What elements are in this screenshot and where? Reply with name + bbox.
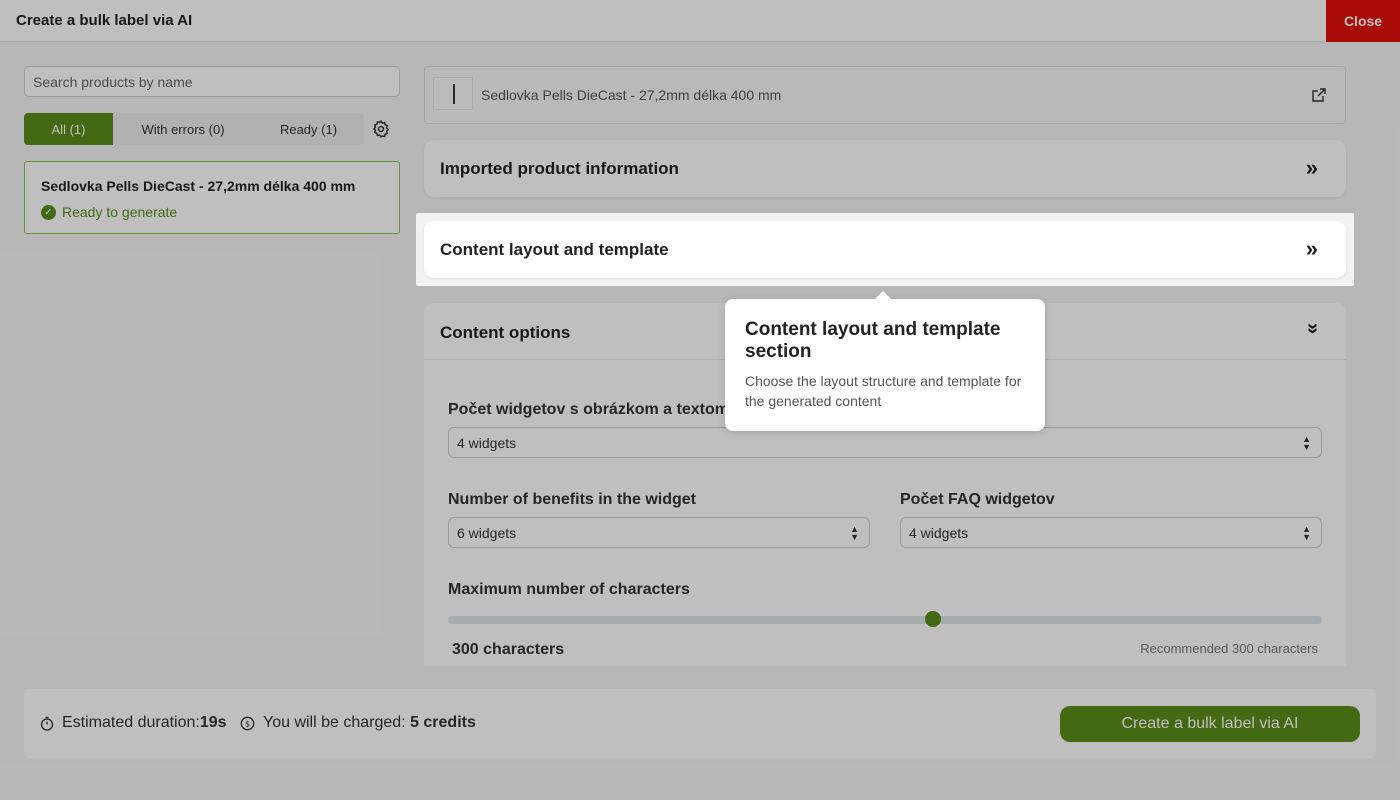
tour-tooltip: Content layout and template section Choo…	[725, 291, 1045, 431]
filter-errors[interactable]: With errors (0)	[113, 113, 253, 145]
field-label-max-chars: Maximum number of characters	[448, 581, 690, 598]
close-button[interactable]: Close	[1326, 0, 1400, 42]
duration-value: 19s	[199, 714, 227, 731]
stopwatch-icon	[40, 716, 54, 731]
image-text-widgets-select[interactable]: 4 widgets ▲ ▼	[448, 427, 1322, 458]
select-arrows-icon: ▲ ▼	[850, 524, 859, 542]
status-text: Ready to generate	[62, 204, 178, 220]
field-label-benefits: Number of benefits in the widget	[448, 491, 697, 508]
section-imported-info[interactable]: Imported product information »	[424, 140, 1346, 197]
check-circle-icon: ✓	[41, 204, 56, 220]
product-thumbnail	[433, 77, 473, 110]
footer-bar: Estimated duration:19s $ You will be cha…	[24, 689, 1376, 758]
charge-label: You will be charged:	[263, 714, 411, 731]
filter-tabs: All (1) With errors (0) Ready (1)	[24, 113, 364, 145]
product-name: Sedlovka Pells DieCast - 27,2mm délka 40…	[41, 178, 356, 194]
product-list-item[interactable]: Sedlovka Pells DieCast - 27,2mm délka 40…	[24, 161, 400, 234]
max-chars-slider-handle[interactable]	[925, 611, 942, 627]
filter-all[interactable]: All (1)	[24, 113, 113, 145]
gear-icon[interactable]	[371, 119, 391, 139]
coin-icon: $	[240, 716, 255, 730]
svg-text:$: $	[245, 719, 250, 728]
header-bar: Create a bulk label via AI Close	[0, 0, 1400, 42]
max-chars-recommended: Recommended 300 characters	[1140, 641, 1318, 656]
duration-label: Estimated duration:	[62, 714, 200, 731]
product-header: Sedlovka Pells DieCast - 27,2mm délka 40…	[424, 66, 1346, 124]
create-bulk-label-button[interactable]: Create a bulk label via AI	[1060, 706, 1360, 742]
max-chars-value: 300 characters	[452, 641, 565, 658]
product-header-title: Sedlovka Pells DieCast - 27,2mm délka 40…	[481, 87, 782, 103]
section-title: Content layout and template	[440, 240, 669, 259]
page-title: Create a bulk label via AI	[16, 12, 193, 29]
field-label-faq: Počet FAQ widgetov	[900, 491, 1055, 508]
charge-value: 5 credits	[410, 714, 476, 731]
field-label-image-text: Počet widgetov s obrázkom a textom	[448, 401, 729, 418]
select-value: 6 widgets	[457, 524, 517, 541]
search-input[interactable]	[24, 66, 400, 97]
max-chars-slider-track[interactable]	[448, 616, 1322, 624]
select-value: 4 widgets	[457, 434, 517, 451]
select-arrows-icon: ▲ ▼	[1302, 434, 1311, 452]
filter-ready[interactable]: Ready (1)	[253, 113, 364, 145]
select-value: 4 widgets	[909, 524, 969, 541]
charge-info: $ You will be charged: 5 credits	[240, 714, 476, 732]
section-content-layout[interactable]: Content layout and template »	[424, 221, 1346, 278]
section-title: Content options	[440, 323, 571, 342]
chevron-down-icon: »	[1301, 322, 1324, 335]
section-title: Imported product information	[440, 159, 679, 178]
status-badge: ✓ Ready to generate	[41, 204, 177, 220]
benefits-select[interactable]: 6 widgets ▲ ▼	[448, 517, 870, 548]
tooltip-text: Choose the layout structure and template…	[745, 373, 1022, 409]
faq-select[interactable]: 4 widgets ▲ ▼	[900, 517, 1322, 548]
chevron-right-icon: »	[1305, 155, 1318, 180]
tooltip-title: Content layout and template section	[745, 319, 1001, 362]
external-link-icon[interactable]	[1311, 87, 1327, 103]
estimated-duration: Estimated duration:19s	[40, 714, 227, 732]
tour-spotlight: Content layout and template »	[416, 213, 1354, 286]
chevron-right-icon: »	[1305, 236, 1318, 261]
select-arrows-icon: ▲ ▼	[1302, 524, 1311, 542]
